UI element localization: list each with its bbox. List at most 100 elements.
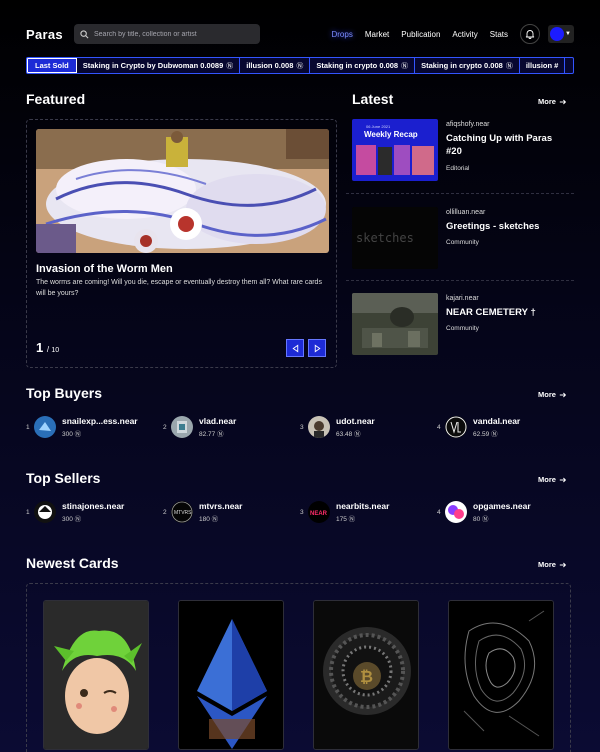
near-icon: Ⓝ xyxy=(217,431,224,438)
rank: 3 xyxy=(300,423,304,431)
ticker-item-title: Staking in crypto xyxy=(316,61,378,70)
avatar[interactable] xyxy=(308,416,330,438)
latest-item[interactable]: 06 June 2021 Weekly Recap afiqshofy.near… xyxy=(352,119,574,199)
latest-more-link[interactable]: More xyxy=(538,97,567,106)
buyer-name[interactable]: snailexp...ess.near xyxy=(62,416,138,426)
buyer-item[interactable]: 4 vandal.near 62.59 Ⓝ xyxy=(437,416,574,438)
ticker-item[interactable]: illusion 0.008 Ⓝ xyxy=(240,58,311,73)
nav-stats[interactable]: Stats xyxy=(490,30,508,39)
top-buyers-more-link[interactable]: More xyxy=(538,390,567,399)
rank: 1 xyxy=(26,508,30,516)
featured-description: The worms are coming! Will you die, esca… xyxy=(36,279,322,297)
more-label: More xyxy=(538,475,556,484)
seller-name[interactable]: opgames.near xyxy=(473,501,531,511)
buyer-name[interactable]: vandal.near xyxy=(473,416,520,426)
seller-name[interactable]: mtvrs.near xyxy=(199,501,242,511)
near-icon: Ⓝ xyxy=(505,62,513,70)
latest-category: Community xyxy=(446,239,479,247)
featured-image[interactable] xyxy=(36,129,329,253)
latest-thumbnail[interactable]: sketches xyxy=(352,207,438,269)
green-hair-character-image xyxy=(44,601,148,749)
featured-pager: 1 / 10 xyxy=(36,340,60,355)
ticker-item-title: illusion xyxy=(246,61,273,70)
ticker-item-price: 0.008 xyxy=(274,61,294,70)
latest-category: Community xyxy=(446,325,479,333)
ethereum-diamond-image xyxy=(179,601,283,749)
ticker-item-price: 0.008 xyxy=(379,61,399,70)
latest-title[interactable]: Greetings - sketches xyxy=(446,220,539,233)
seller-name[interactable]: nearbits.near xyxy=(336,501,389,511)
more-label: More xyxy=(538,560,556,569)
avatar xyxy=(550,27,564,41)
ticker-label: Last Sold xyxy=(27,58,77,73)
near-icon: Ⓝ xyxy=(354,431,361,438)
nft-card[interactable] xyxy=(178,600,284,750)
search-input[interactable] xyxy=(94,30,254,38)
seller-value: 80 Ⓝ xyxy=(473,516,489,523)
latest-thumbnail[interactable]: 06 June 2021 Weekly Recap xyxy=(352,119,438,181)
ticker-item[interactable]: Staking in Crypto by Dubwoman 0.0089 Ⓝ xyxy=(77,58,241,73)
buyer-name[interactable]: vlad.near xyxy=(199,416,236,426)
ticker-item[interactable]: Staking in crypto 0.008 Ⓝ xyxy=(310,58,416,73)
latest-item[interactable]: kajari.near NEAR CEMETERY † Community xyxy=(352,293,574,373)
seller-item[interactable]: 3 NEAR nearbits.near 175 Ⓝ xyxy=(300,501,437,523)
avatar[interactable]: MTVRS xyxy=(171,501,193,523)
latest-author[interactable]: ollilluan.near xyxy=(446,209,539,216)
notification-button[interactable] xyxy=(520,24,540,44)
svg-text:MTVRS: MTVRS xyxy=(174,510,192,516)
nav-market[interactable]: Market xyxy=(365,30,389,39)
sketches-image: sketches xyxy=(352,207,438,269)
next-button[interactable] xyxy=(308,339,326,357)
rank: 1 xyxy=(26,423,30,431)
seller-item[interactable]: 1 stinajones.near 300 Ⓝ xyxy=(26,501,163,523)
avatar[interactable] xyxy=(445,416,467,438)
buyer-item[interactable]: 1 snailexp...ess.near 300 Ⓝ xyxy=(26,416,163,438)
buyer-item[interactable]: 2 vlad.near 82.77 Ⓝ xyxy=(163,416,300,438)
near-icon: Ⓝ xyxy=(226,62,234,70)
ticker-item[interactable]: illusion # xyxy=(520,58,566,73)
latest-title[interactable]: Catching Up with Paras #20 xyxy=(446,132,556,159)
abstract-lines-image xyxy=(449,601,553,749)
nft-card[interactable] xyxy=(448,600,554,750)
newest-cards-more-link[interactable]: More xyxy=(538,560,567,569)
near-icon: Ⓝ xyxy=(482,516,489,523)
search-box[interactable] xyxy=(74,24,260,44)
seller-item[interactable]: 2 MTVRS mtvrs.near 180 Ⓝ xyxy=(163,501,300,523)
latest-title[interactable]: NEAR CEMETERY † xyxy=(446,306,536,319)
buyer-name[interactable]: udot.near xyxy=(336,416,375,426)
avatar[interactable]: NEAR xyxy=(308,501,330,523)
latest-heading: Latest xyxy=(352,91,394,107)
top-sellers-more-link[interactable]: More xyxy=(538,475,567,484)
account-menu-button[interactable]: ▼ xyxy=(548,25,574,43)
triangle-right-icon xyxy=(314,343,321,353)
prev-button[interactable] xyxy=(286,339,304,357)
nft-card[interactable]: ₿ xyxy=(313,600,419,750)
paras-logo[interactable]: Paras xyxy=(26,27,72,42)
nav-drops[interactable]: Drops xyxy=(331,30,352,39)
avatar[interactable] xyxy=(171,416,193,438)
buyer-item[interactable]: 3 udot.near 63.48 Ⓝ xyxy=(300,416,437,438)
nav-publication[interactable]: Publication xyxy=(401,30,440,39)
seller-name[interactable]: stinajones.near xyxy=(62,501,124,511)
latest-author[interactable]: kajari.near xyxy=(446,295,536,302)
nav-activity[interactable]: Activity xyxy=(452,30,477,39)
featured-heading: Featured xyxy=(26,91,86,107)
avatar[interactable] xyxy=(445,501,467,523)
divider xyxy=(346,280,574,281)
newest-cards-grid: ₿ xyxy=(26,583,571,752)
last-sold-ticker: Last Sold Staking in Crypto by Dubwoman … xyxy=(26,57,574,74)
featured-title[interactable]: Invasion of the Worm Men xyxy=(36,263,327,275)
latest-item[interactable]: sketches ollilluan.near Greetings - sket… xyxy=(352,207,574,287)
featured-card[interactable]: Invasion of the Worm Men The worms are c… xyxy=(26,119,337,368)
latest-author[interactable]: afiqshofy.near xyxy=(446,121,556,128)
main-nav: Drops Market Publication Activity Stats … xyxy=(319,24,574,44)
seller-value: 175 Ⓝ xyxy=(336,516,356,523)
nft-card[interactable] xyxy=(43,600,149,750)
seller-item[interactable]: 4 opgames.near 80 Ⓝ xyxy=(437,501,574,523)
ticker-item[interactable]: Staking in crypto 0.008 Ⓝ xyxy=(415,58,520,73)
avatar[interactable] xyxy=(34,501,56,523)
avatar[interactable] xyxy=(34,416,56,438)
worm-men-artwork xyxy=(36,129,329,253)
latest-thumbnail[interactable] xyxy=(352,293,438,355)
bell-icon xyxy=(525,30,535,39)
